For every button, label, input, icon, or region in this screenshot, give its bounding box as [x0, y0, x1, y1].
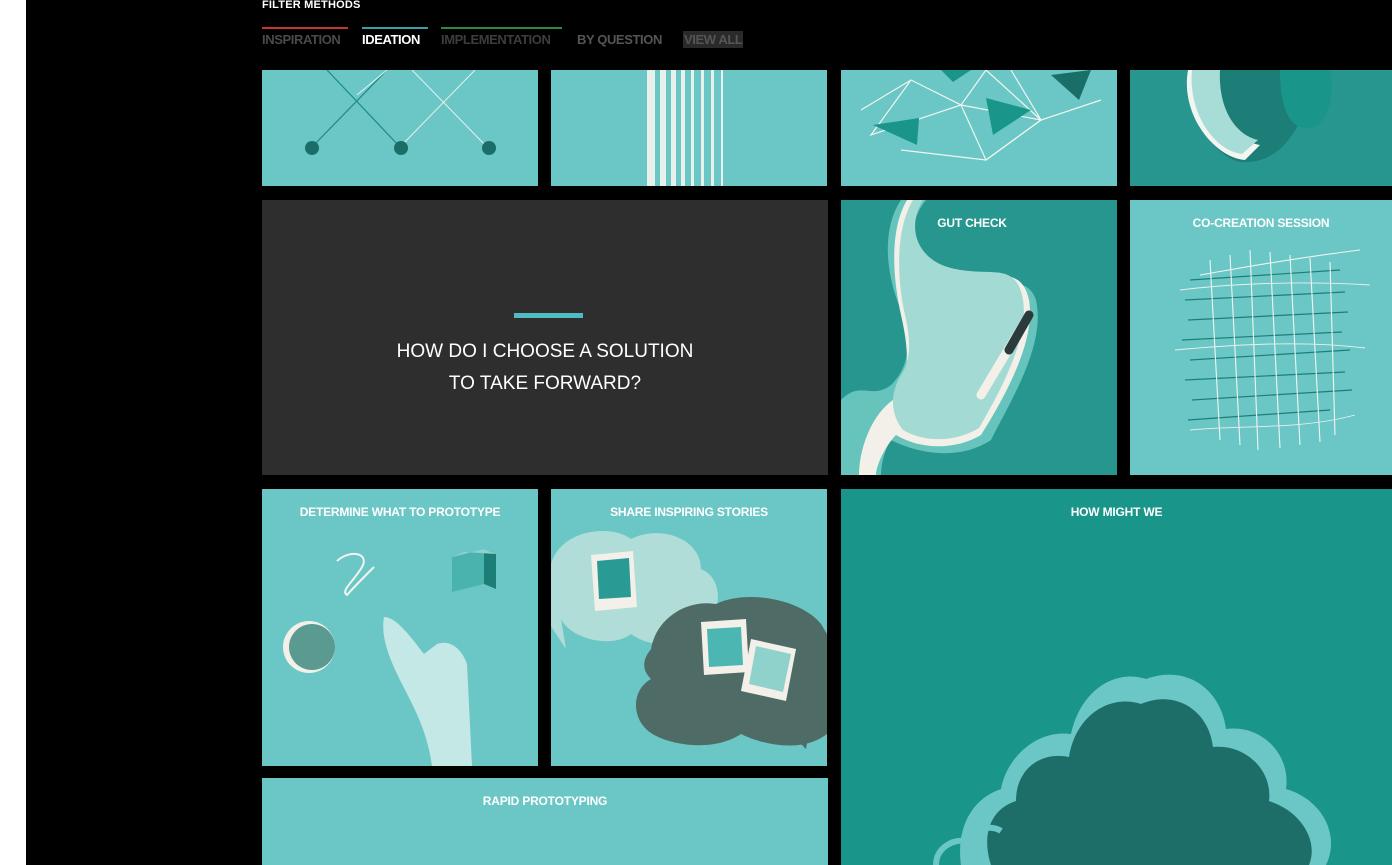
filter-tab-ideation[interactable]: IDEATION — [362, 27, 428, 48]
method-title: CO-CREATION SESSION — [1192, 216, 1330, 230]
method-card-co-creation-session[interactable]: CO-CREATION SESSION — [1130, 200, 1392, 475]
question-card[interactable]: HOW DO I CHOOSE A SOLUTION TO TAKE FORWA… — [262, 200, 828, 475]
filter-methods-title: FILTER METHODS — [262, 0, 361, 11]
method-card-connect-dots[interactable] — [262, 70, 538, 186]
method-title: HOW MIGHT WE — [1070, 505, 1163, 519]
filter-tab-inspiration[interactable]: INSPIRATION — [262, 27, 348, 48]
network-illustration — [860, 70, 1102, 161]
method-card-rapid-prototyping[interactable]: RAPID PROTOTYPING — [262, 778, 828, 865]
question-line-1: HOW DO I CHOOSE A SOLUTION — [396, 341, 694, 362]
method-title: DETERMINE WHAT TO PROTOTYPE — [299, 505, 501, 519]
method-card-determine-what-to-prototype[interactable]: DETERMINE WHAT TO PROTOTYPE — [262, 489, 538, 766]
filter-tab-label: IDEATION — [362, 32, 420, 47]
weave-illustration — [1174, 249, 1371, 451]
filter-tab-label: BY QUESTION — [577, 32, 662, 47]
page-left-edge — [0, 0, 26, 865]
stomach-illustration — [841, 200, 1038, 475]
speech-bubbles-illustration — [551, 531, 827, 749]
question-text: HOW DO I CHOOSE A SOLUTION TO TAKE FORWA… — [262, 336, 828, 400]
filter-tab-by-question[interactable]: BY QUESTION — [577, 27, 669, 48]
filter-tab-label: INSPIRATION — [262, 32, 341, 47]
prototype-illustration — [283, 549, 496, 766]
cloud-illustration — [933, 674, 1332, 865]
filter-tab-label: IMPLEMENTATION — [441, 32, 551, 47]
filter-tab-view-all[interactable]: VIEW ALL — [683, 27, 747, 48]
stripes-illustration — [647, 70, 723, 186]
method-title: SHARE INSPIRING STORIES — [610, 505, 768, 519]
method-card-stripes[interactable] — [551, 70, 827, 186]
method-card-network[interactable] — [841, 70, 1117, 186]
accent-bar — [514, 313, 583, 318]
filter-tab-label: VIEW ALL — [683, 31, 744, 48]
mirror-illustration — [1186, 70, 1332, 163]
method-card-gut-check[interactable]: GUT CHECK — [841, 200, 1117, 475]
method-title: GUT CHECK — [937, 216, 1007, 230]
question-line-2: TO TAKE FORWARD? — [448, 373, 642, 394]
connect-dots-illustration — [305, 70, 496, 155]
method-title: RAPID PROTOTYPING — [482, 794, 608, 808]
method-card-mirror[interactable] — [1130, 70, 1392, 186]
method-card-share-inspiring-stories[interactable]: SHARE INSPIRING STORIES — [551, 489, 827, 766]
method-card-how-might-we[interactable]: HOW MIGHT WE — [841, 489, 1392, 865]
filter-tab-implementation[interactable]: IMPLEMENTATION — [441, 27, 562, 48]
